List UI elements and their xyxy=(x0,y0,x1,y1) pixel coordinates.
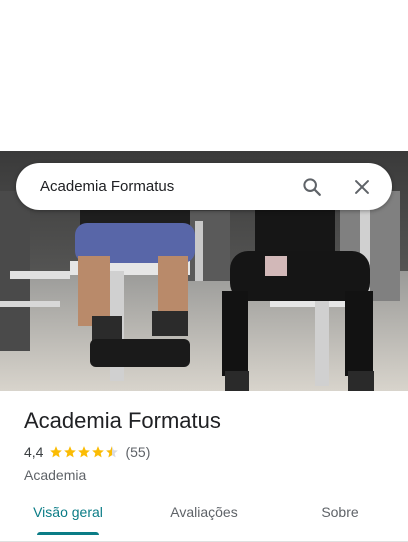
star-full-icon xyxy=(64,446,77,458)
star-full-icon xyxy=(78,446,91,458)
place-category[interactable]: Academia xyxy=(24,465,394,485)
tab-label: Visão geral xyxy=(33,504,103,520)
search-icon xyxy=(303,177,321,196)
close-button[interactable] xyxy=(342,167,382,207)
tab-overview[interactable]: Visão geral xyxy=(0,496,136,541)
star-full-icon xyxy=(92,446,105,458)
tab-label: Avaliações xyxy=(170,504,238,520)
review-count: (55) xyxy=(125,444,151,460)
active-tab-indicator xyxy=(37,532,99,535)
tab-about[interactable]: Sobre xyxy=(272,496,408,541)
search-bar[interactable]: Academia Formatus xyxy=(16,163,392,210)
rating-row[interactable]: 4,4 (55) xyxy=(24,442,394,462)
close-icon xyxy=(355,179,369,194)
rating-stars xyxy=(49,445,119,459)
place-tabs: Visão geral Avaliações Sobre xyxy=(0,496,408,542)
star-full-icon xyxy=(50,446,63,458)
place-page: Academia Formatus Academia Formatus 4,4 xyxy=(0,0,408,542)
search-input[interactable]: Academia Formatus xyxy=(40,178,292,195)
tab-reviews[interactable]: Avaliações xyxy=(136,496,272,541)
place-info: Academia Formatus 4,4 (55) Academia xyxy=(24,406,394,485)
tab-label: Sobre xyxy=(321,504,359,520)
place-title: Academia Formatus xyxy=(24,408,221,433)
star-half-icon xyxy=(106,446,119,458)
rating-value: 4,4 xyxy=(24,444,44,460)
search-button[interactable] xyxy=(292,167,332,207)
